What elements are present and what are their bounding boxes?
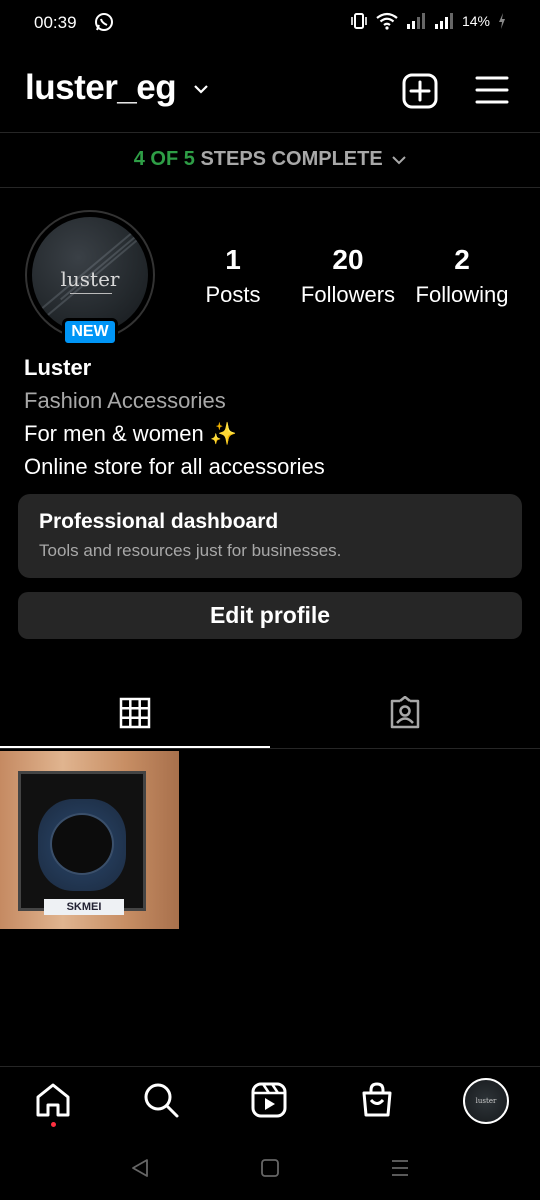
steps-banner[interactable]: 4 OF 5 STEPS COMPLETE	[0, 148, 540, 171]
battery-percent: 14%	[461, 13, 490, 29]
stat-label: Posts	[205, 282, 261, 307]
steps-divider	[0, 187, 540, 188]
watch-dial	[50, 813, 114, 875]
status-icons: 14%	[350, 12, 506, 30]
grid-icon	[119, 697, 151, 729]
home-icon	[36, 1083, 70, 1117]
dashboard-subtitle: Tools and resources just for businesses.	[39, 541, 342, 560]
profile-category: Fashion Accessories	[24, 388, 226, 413]
hamburger-menu-icon[interactable]	[474, 74, 510, 106]
plus-square-icon[interactable]	[402, 73, 438, 109]
dashboard-title: Professional dashboard	[39, 510, 279, 533]
header-divider	[0, 132, 540, 133]
professional-dashboard-card[interactable]: Professional dashboard Tools and resourc…	[18, 494, 522, 578]
status-bar: 00:39 14%	[0, 0, 540, 48]
profile-header: luster_eg	[0, 62, 540, 120]
nav-reels[interactable]	[250, 1081, 290, 1121]
profile-name: Luster	[24, 355, 92, 380]
status-time: 00:39	[34, 13, 77, 32]
avatar-image: luster	[32, 217, 148, 333]
signal-1-icon	[406, 13, 425, 29]
reels-icon	[251, 1082, 287, 1118]
home-square-icon[interactable]	[260, 1158, 280, 1178]
stat-value: 20	[332, 244, 364, 275]
tagged-person-icon	[390, 696, 420, 729]
edit-profile-button[interactable]: Edit profile	[18, 592, 522, 639]
vibrate-icon	[351, 13, 367, 29]
nav-home[interactable]	[34, 1081, 74, 1121]
wifi-icon	[376, 12, 398, 30]
watch-brand-label: SKMEI	[44, 899, 124, 915]
username-switcher[interactable]: luster_eg	[25, 68, 177, 108]
stat-label: Followers	[300, 282, 396, 307]
shop-bag-icon	[362, 1082, 392, 1117]
stat-value: 2	[454, 244, 470, 275]
bottom-nav	[0, 1066, 540, 1138]
steps-progress: 4 OF 5	[133, 148, 195, 170]
search-icon	[144, 1083, 179, 1118]
signal-2-icon	[434, 13, 453, 29]
charging-icon	[499, 13, 505, 29]
steps-label: STEPS COMPLETE	[200, 148, 383, 170]
nav-profile-avatar[interactable]: luster	[463, 1078, 509, 1124]
nav-search[interactable]	[142, 1081, 182, 1121]
post-thumbnail[interactable]: SKMEI	[0, 751, 179, 929]
nav-shop[interactable]	[358, 1081, 398, 1121]
bio-line: Online store for all accessories	[24, 454, 325, 479]
profile-bio: Luster Fashion Accessories For men & wom…	[24, 351, 325, 483]
stat-posts[interactable]: 1 Posts	[196, 244, 270, 308]
stat-value: 1	[225, 244, 241, 275]
stat-label: Following	[415, 282, 509, 307]
tab-posts-grid[interactable]	[0, 680, 270, 748]
chevron-down-icon[interactable]	[192, 82, 210, 96]
avatar-logo-text: luster	[60, 267, 120, 291]
stat-followers[interactable]: 20 Followers	[292, 244, 404, 308]
tabs-divider	[0, 748, 540, 749]
whatsapp-icon	[95, 13, 113, 31]
system-nav-bar	[0, 1140, 540, 1200]
recents-icon[interactable]	[390, 1158, 410, 1178]
home-notification-dot	[51, 1122, 56, 1127]
back-icon[interactable]	[130, 1158, 150, 1178]
chevron-down-icon	[392, 156, 406, 165]
stat-following[interactable]: 2 Following	[408, 244, 516, 308]
new-badge: NEW	[62, 318, 118, 346]
bio-line: For men & women ✨	[24, 421, 238, 446]
tab-tagged[interactable]	[270, 680, 540, 748]
